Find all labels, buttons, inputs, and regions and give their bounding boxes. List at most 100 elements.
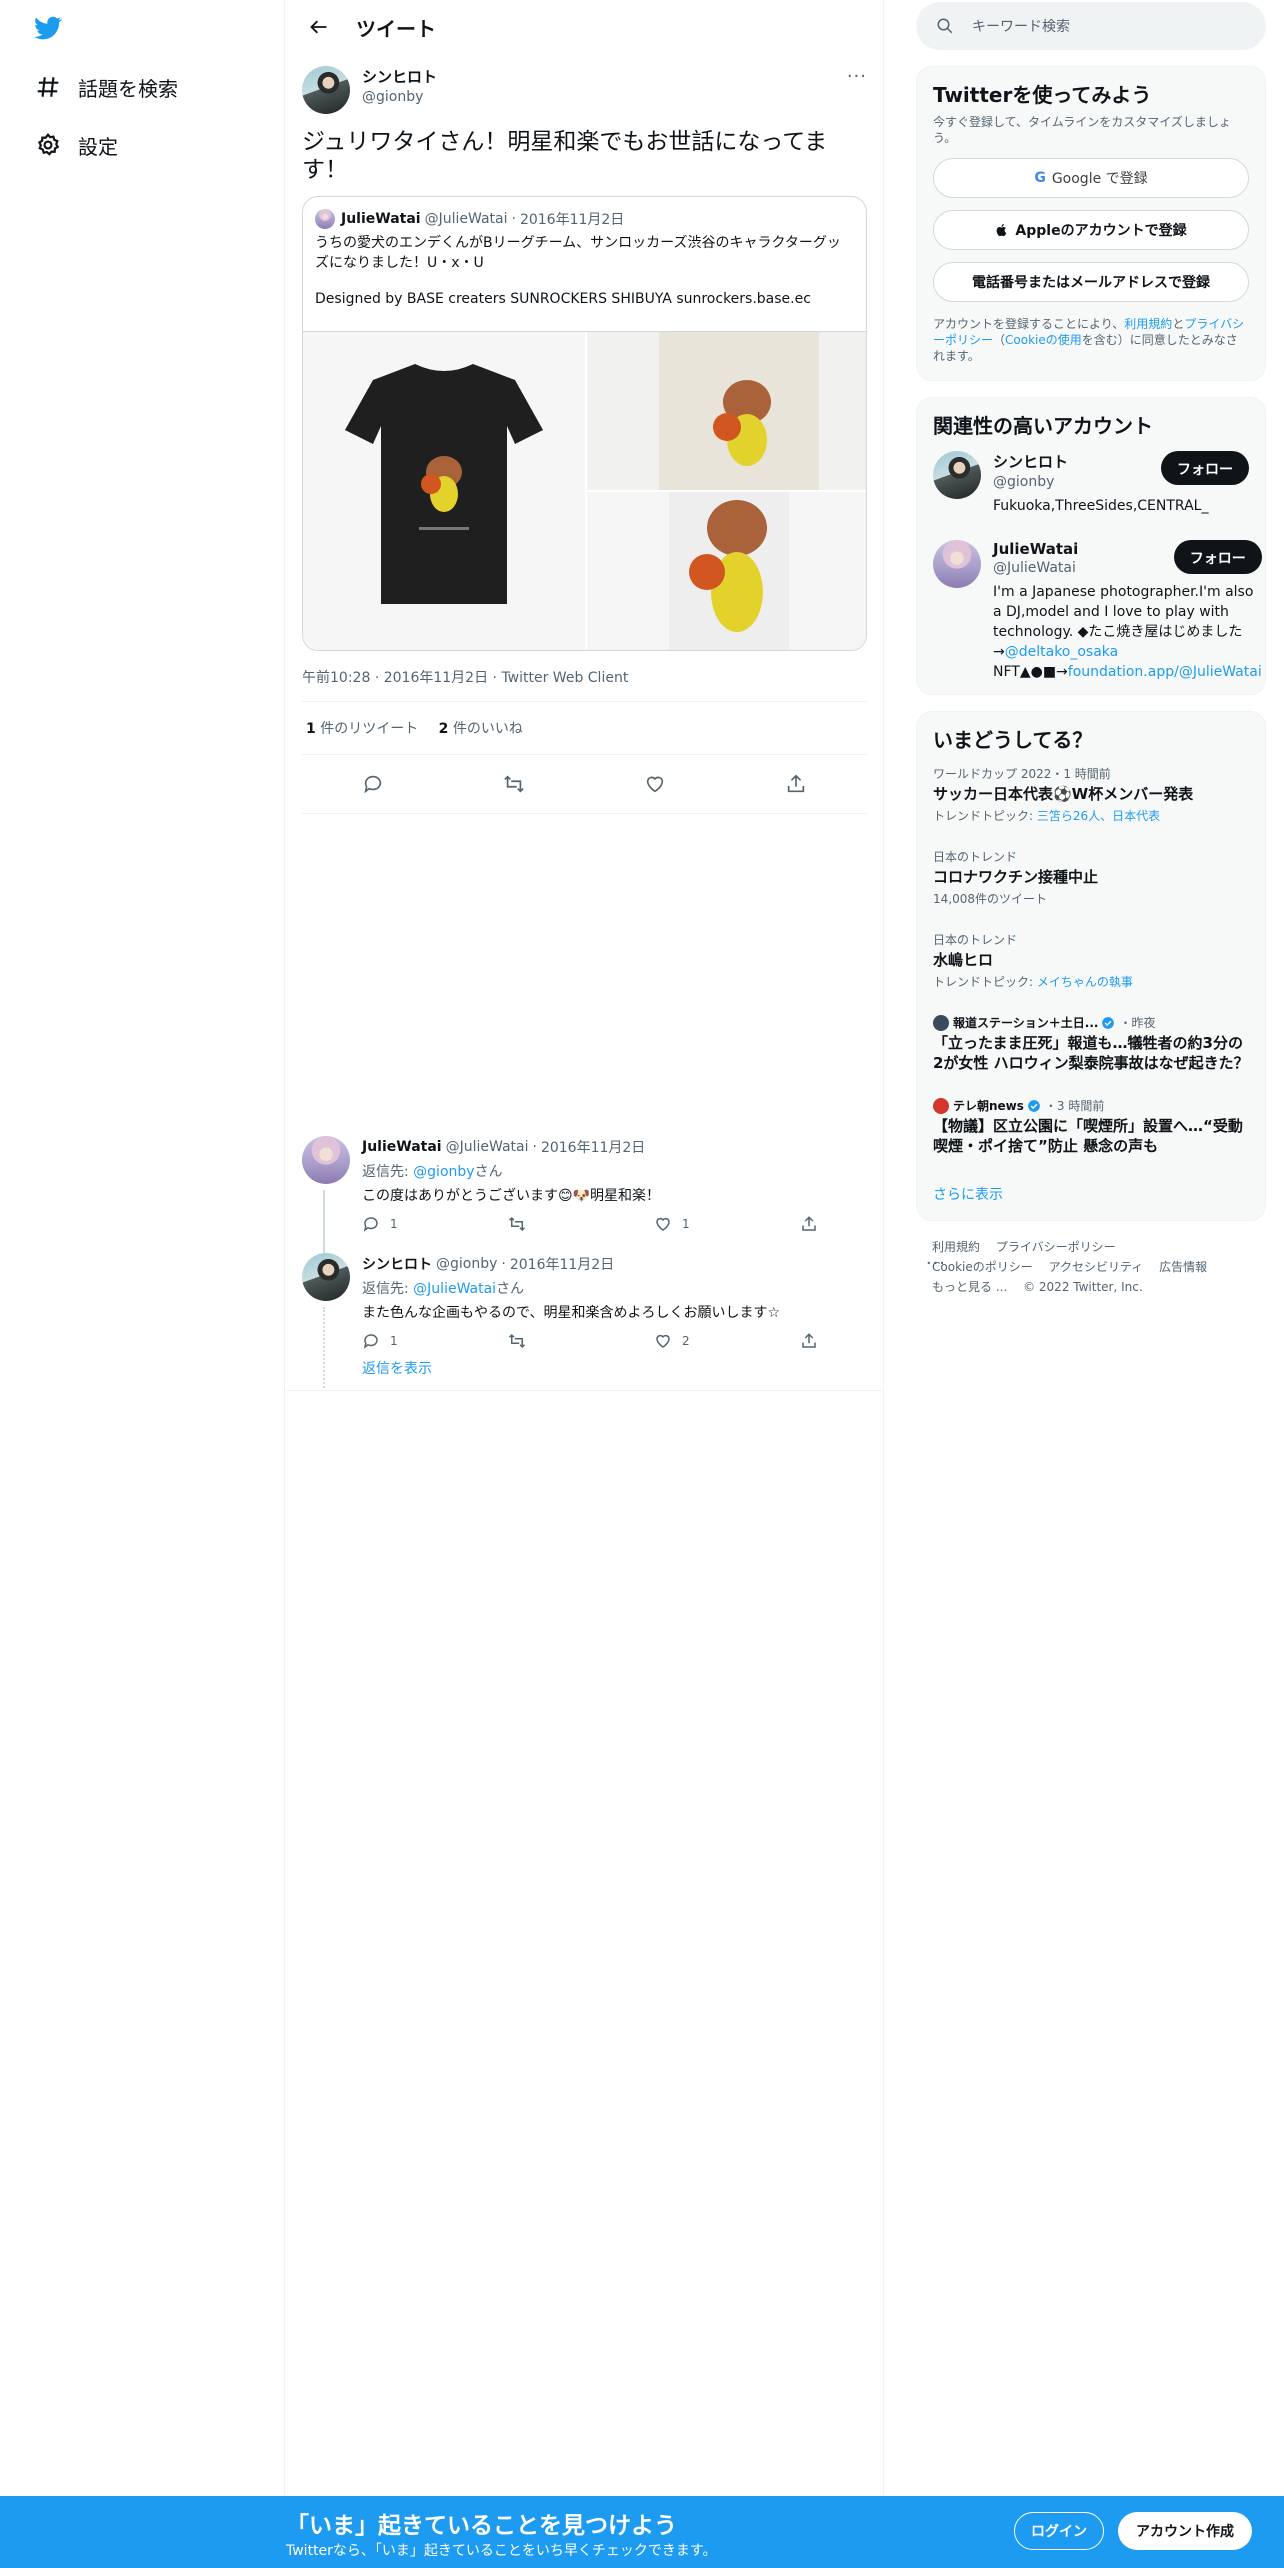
share-icon[interactable] xyxy=(779,767,813,801)
apple-icon xyxy=(997,224,1007,237)
retweet-icon[interactable] xyxy=(497,767,531,801)
like-button[interactable]: 1 xyxy=(654,1215,744,1233)
banner-title: 「いま」起きていることを見つけよう xyxy=(286,2513,677,2539)
trend-item[interactable]: 日本のトレンド コロナワクチン接種中止 14,008件のツイート xyxy=(917,836,1265,919)
reply-tweet[interactable]: JulieWatai @JulieWatai · 2016年11月2日 ··· … xyxy=(286,1124,945,1253)
account-handle[interactable]: @JulieWatai xyxy=(993,560,1174,576)
tshirt-image[interactable] xyxy=(303,332,585,650)
account-display-name[interactable]: JulieWatai xyxy=(993,540,1174,558)
show-replies-row: 返信を表示 xyxy=(286,1358,883,1391)
footer-accessibility-link[interactable]: アクセシビリティ xyxy=(1049,1260,1144,1274)
reply-date[interactable]: 2016年11月2日 xyxy=(541,1137,645,1157)
like-button[interactable]: 2 xyxy=(654,1332,744,1350)
reply-tweet[interactable]: シンヒロト @gionby · 2016年11月2日 ··· 返信先: @Jul… xyxy=(286,1241,945,1388)
share-button[interactable] xyxy=(800,1215,890,1233)
reply-button[interactable]: 1 xyxy=(362,1215,452,1233)
verified-badge-icon xyxy=(1028,1099,1040,1112)
reply-icon[interactable] xyxy=(356,767,390,801)
reply-to-link[interactable]: @JulieWatai xyxy=(413,1281,496,1297)
search-input[interactable]: キーワード検索 xyxy=(916,2,1266,50)
cookie-link[interactable]: Cookieの使用 xyxy=(1005,333,1082,347)
signup-card: Twitterを使ってみよう 今すぐ登録して、タイムラインをカスタマイズしましょ… xyxy=(916,66,1266,381)
trend-item[interactable]: 日本のトレンド 水嶋ヒロ トレンドトピック: メイちゃんの執事 xyxy=(917,919,1265,1002)
retweet-button[interactable] xyxy=(508,1215,598,1233)
retweet-stat[interactable]: 1 件のリツイート xyxy=(306,721,418,737)
verified-badge-icon xyxy=(1102,1016,1115,1029)
twitter-logo-icon[interactable] xyxy=(32,14,64,42)
hashtag-icon xyxy=(24,71,72,103)
reply-button[interactable]: 1 xyxy=(362,1332,452,1350)
news-item[interactable]: 報道ステーション＋土日... ・昨夜 「立ったまま圧死」報道も…犠牲者の約3分の2… xyxy=(917,1002,1265,1085)
avatar[interactable] xyxy=(302,1136,350,1184)
terms-notice: アカウントを登録することにより、利用規約とプライバシーポリシー（Cookieの使… xyxy=(933,317,1245,363)
empty-space xyxy=(286,814,883,1124)
reply-icon xyxy=(363,1217,378,1232)
footer-more-link[interactable]: もっと見る ... xyxy=(932,1280,1007,1294)
share-icon xyxy=(802,1216,816,1231)
account-row[interactable]: シンヒロト @gionby フォロー Fukuoka,ThreeSides,CE… xyxy=(917,439,1265,528)
like-heart-icon[interactable] xyxy=(638,767,672,801)
more-options-icon[interactable]: ··· xyxy=(847,66,867,87)
reply-handle[interactable]: @JulieWatai xyxy=(446,1139,529,1155)
reply-text: また色んな企画もやるので、明星和楽含めよろしくお願いします☆ xyxy=(362,1305,780,1321)
retweet-button[interactable] xyxy=(508,1332,598,1350)
tweet-date[interactable]: 2016年11月2日 xyxy=(384,670,488,686)
reply-to-link[interactable]: @gionby xyxy=(413,1164,474,1180)
follow-button[interactable]: フォロー xyxy=(1161,451,1249,485)
avatar[interactable] xyxy=(933,451,981,499)
quote-display-name: JulieWatai xyxy=(341,211,421,227)
reply-actions: 1 2 xyxy=(362,1332,946,1350)
page-title: ツイート xyxy=(356,16,436,41)
share-button[interactable] xyxy=(800,1332,890,1350)
signup-button[interactable]: アカウント作成 xyxy=(1118,2512,1252,2550)
banner-subtitle: Twitterなら、「いま」起きていることをいち早くチェックできます。 xyxy=(286,2543,717,2559)
reply-handle[interactable]: @gionby xyxy=(436,1256,497,1272)
nav-settings[interactable]: 設定 xyxy=(24,120,118,170)
quoted-tweet[interactable]: JulieWatai @JulieWatai · 2016年11月2日 うちの愛… xyxy=(302,196,867,651)
account-row[interactable]: JulieWatai @JulieWatai フォロー I'm a Japane… xyxy=(917,528,1265,694)
account-display-name[interactable]: シンヒロト xyxy=(993,451,1161,472)
tote-bag-image[interactable] xyxy=(587,331,866,490)
avatar[interactable] xyxy=(302,66,350,114)
reply-date[interactable]: 2016年11月2日 xyxy=(510,1254,614,1274)
bio-link[interactable]: foundation.app/@JulieWatai xyxy=(1068,664,1262,680)
footer-terms-link[interactable]: 利用規約 xyxy=(932,1240,980,1254)
author-handle[interactable]: @gionby xyxy=(362,89,847,105)
account-handle[interactable]: @gionby xyxy=(993,474,1161,490)
reply-display-name[interactable]: シンヒロト xyxy=(362,1254,432,1274)
replying-to: 返信先: @gionbyさん xyxy=(362,1164,503,1180)
reply-display-name[interactable]: JulieWatai xyxy=(362,1139,442,1155)
bio-link[interactable]: @deltako_osaka xyxy=(1005,644,1119,660)
footer-privacy-link[interactable]: プライバシーポリシー xyxy=(996,1240,1116,1254)
follow-button[interactable]: フォロー xyxy=(1173,540,1262,574)
news-source-avatar xyxy=(933,1014,949,1031)
footer-copyright: © 2022 Twitter, Inc. xyxy=(1023,1280,1143,1294)
footer-ads-link[interactable]: 広告情報 xyxy=(1159,1260,1207,1274)
right-sidebar: キーワード検索 Twitterを使ってみよう 今すぐ登録して、タイムラインをカス… xyxy=(916,0,1266,1313)
nav-explore[interactable]: 話題を検索 xyxy=(24,62,178,112)
retweet-icon xyxy=(508,1333,526,1349)
apple-signup-button[interactable]: Appleのアカウントで登録 xyxy=(933,210,1249,250)
avatar[interactable] xyxy=(302,1253,350,1301)
author-display-name[interactable]: シンヒロト xyxy=(362,66,847,87)
avatar[interactable] xyxy=(933,540,981,588)
tweet-time[interactable]: 午前10:28 xyxy=(302,670,370,686)
like-stat[interactable]: 2 件のいいね xyxy=(439,721,523,737)
character-image[interactable] xyxy=(587,492,866,650)
footer-cookie-link[interactable]: Cookieのポリシー xyxy=(932,1260,1033,1274)
google-signup-button[interactable]: G Google で登録 xyxy=(933,158,1249,198)
tweet-actions xyxy=(302,755,867,814)
back-arrow-icon[interactable] xyxy=(302,10,336,44)
phone-email-signup-button[interactable]: 電話番号またはメールアドレスで登録 xyxy=(933,262,1249,302)
news-item[interactable]: テレ朝news ・3 時間前 【物議】区立公園に「喫煙所」設置へ…“受動喫煙・ポイ… xyxy=(917,1085,1265,1168)
tweet-client: Twitter Web Client xyxy=(501,670,629,686)
trend-item[interactable]: ワールドカップ 2022・1 時間前 サッカー日本代表⚽W杯メンバー発表 トレン… xyxy=(917,753,1265,836)
tweet-stats: 1 件のリツイート 2 件のいいね xyxy=(302,702,867,755)
show-more-link[interactable]: さらに表示 xyxy=(933,1187,1003,1203)
login-button[interactable]: ログイン xyxy=(1014,2512,1104,2550)
reply-actions: 1 1 xyxy=(362,1215,946,1233)
show-replies-link[interactable]: 返信を表示 xyxy=(362,1361,432,1377)
terms-link[interactable]: 利用規約 xyxy=(1124,317,1172,331)
relevant-accounts-card: 関連性の高いアカウント シンヒロト @gionby フォロー Fukuoka,T… xyxy=(916,397,1266,695)
left-navigation: 話題を検索 設定 xyxy=(0,0,285,2496)
